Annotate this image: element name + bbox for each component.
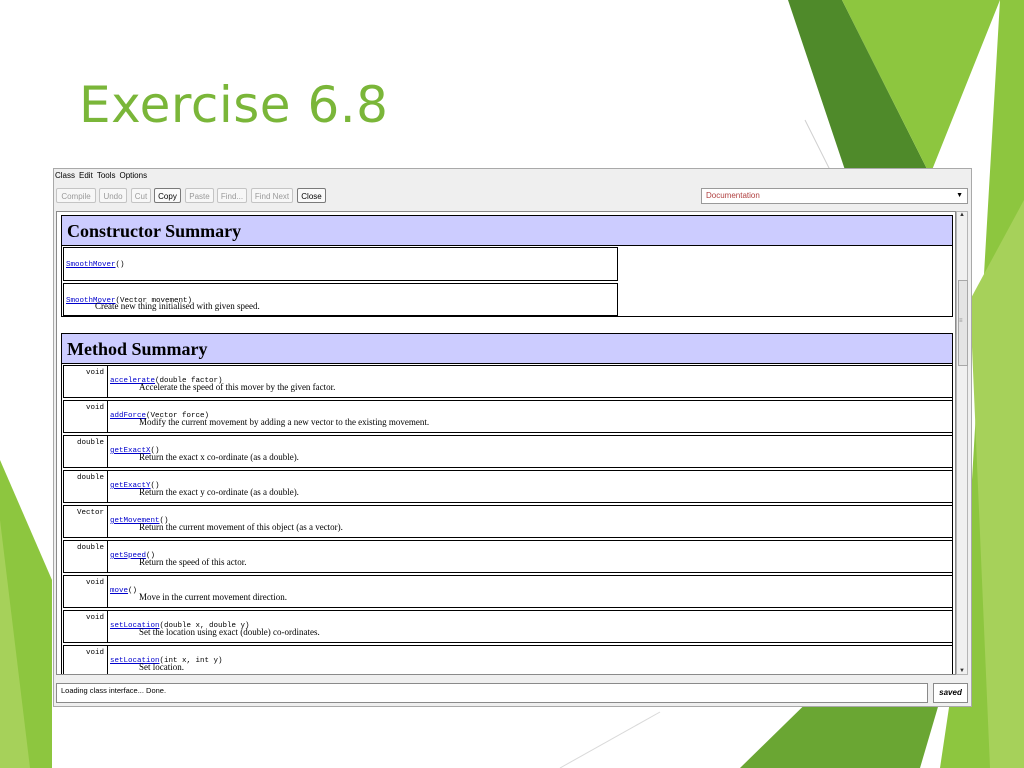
method-description: Set the location using exact (double) co… (139, 627, 320, 637)
menu-edit[interactable]: Edit (79, 171, 93, 180)
vertical-scrollbar[interactable]: ▲ ≡ ▼ (956, 211, 968, 675)
scroll-grip-icon: ≡ (959, 318, 963, 324)
method-row: double getExactX() Return the exact x co… (63, 435, 953, 468)
method-row: void addForce(Vector force) Modify the c… (63, 400, 953, 433)
status-message: Loading class interface... Done. (61, 686, 167, 695)
constructor-summary-table: Constructor Summary SmoothMover() Smooth… (61, 215, 953, 317)
constructor-link[interactable]: SmoothMover (66, 261, 116, 269)
method-description: Move in the current movement direction. (139, 592, 287, 602)
find-next-button[interactable]: Find Next (251, 188, 293, 203)
toolbar: Compile Undo Cut Copy Paste Find... Find… (54, 183, 971, 209)
constructor-description: Create new thing initialised with given … (95, 301, 260, 311)
method-description: Return the speed of this actor. (139, 557, 247, 567)
menu-class[interactable]: Class (55, 171, 75, 180)
view-select[interactable]: Documentation ▼ (701, 188, 968, 204)
documentation-pane[interactable]: Constructor Summary SmoothMover() Smooth… (56, 211, 956, 675)
method-description: Set location. (139, 662, 184, 672)
method-row: void accelerate(double factor) Accelerat… (63, 365, 953, 398)
method-return-type: void (64, 646, 108, 674)
method-return-type: void (64, 366, 108, 397)
undo-button[interactable]: Undo (99, 188, 127, 203)
status-bar: Loading class interface... Done. (56, 683, 928, 703)
method-return-type: double (64, 471, 108, 502)
menu-options[interactable]: Options (120, 171, 148, 180)
method-row: double getExactY() Return the exact y co… (63, 470, 953, 503)
slide-title: Exercise 6.8 (79, 76, 389, 134)
dropdown-arrow-icon: ▼ (956, 192, 963, 199)
method-row: Vector getMovement() Return the current … (63, 505, 953, 538)
compile-button[interactable]: Compile (56, 188, 96, 203)
method-return-type: void (64, 576, 108, 607)
method-link[interactable]: move (110, 587, 128, 595)
menu-bar: Class Edit Tools Options (54, 169, 972, 182)
constructor-summary-heading: Constructor Summary (62, 216, 952, 246)
scroll-up-icon[interactable]: ▲ (959, 212, 965, 218)
method-summary-heading: Method Summary (62, 334, 952, 364)
documentation-window: Class Edit Tools Options Compile Undo Cu… (53, 168, 972, 707)
constructor-row: SmoothMover() (63, 247, 618, 281)
method-row: void setLocation(int x, int y) Set locat… (63, 645, 953, 674)
method-return-type: double (64, 436, 108, 467)
menu-tools[interactable]: Tools (97, 171, 116, 180)
method-row: double getSpeed() Return the speed of th… (63, 540, 953, 573)
method-return-type: double (64, 541, 108, 572)
close-button[interactable]: Close (297, 188, 326, 203)
constructor-params: () (115, 261, 125, 269)
paste-button[interactable]: Paste (185, 188, 214, 203)
method-return-type: Vector (64, 506, 108, 537)
method-return-type: void (64, 611, 108, 642)
method-params: () (128, 587, 138, 595)
method-description: Return the current movement of this obje… (139, 522, 343, 532)
saved-indicator: saved (933, 683, 968, 703)
copy-button[interactable]: Copy (154, 188, 181, 203)
method-row: void move() Move in the current movement… (63, 575, 953, 608)
method-row: void setLocation(double x, double y) Set… (63, 610, 953, 643)
view-select-value: Documentation (706, 191, 760, 200)
method-description: Modify the current movement by adding a … (139, 417, 430, 427)
method-description: Return the exact x co-ordinate (as a dou… (139, 452, 299, 462)
scroll-down-icon[interactable]: ▼ (959, 668, 965, 674)
method-description: Return the exact y co-ordinate (as a dou… (139, 487, 299, 497)
cut-button[interactable]: Cut (131, 188, 151, 203)
method-return-type: void (64, 401, 108, 432)
method-description: Accelerate the speed of this mover by th… (139, 382, 336, 392)
constructor-row: SmoothMover(Vector movement) Create new … (63, 283, 618, 316)
method-summary-table: Method Summary void accelerate(double fa… (61, 333, 953, 674)
find-button[interactable]: Find... (217, 188, 247, 203)
